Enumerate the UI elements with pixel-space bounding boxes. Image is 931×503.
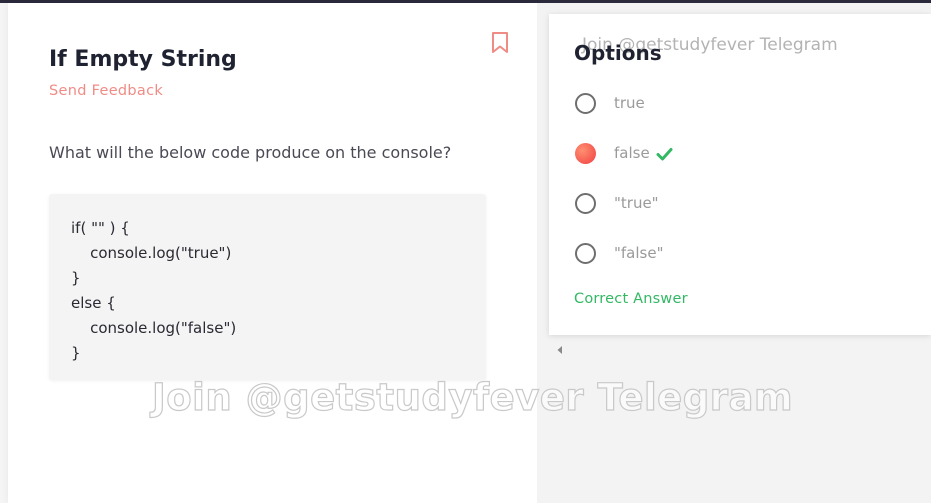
options-title: Options: [574, 41, 662, 65]
code-line: console.log("false"): [71, 319, 237, 337]
radio-button[interactable]: [575, 242, 596, 264]
code-line: console.log("true"): [71, 244, 232, 262]
options-card: Join @getstudyfever Telegram Options tru…: [549, 14, 931, 335]
question-prompt: What will the below code produce on the …: [49, 143, 452, 162]
watermark-overlay: Join @getstudyfever Telegram: [151, 375, 793, 419]
code-line: if( "" ) {: [71, 219, 130, 237]
option-string-false[interactable]: "false": [575, 241, 663, 265]
radio-button[interactable]: [575, 92, 596, 114]
option-label: false: [614, 144, 650, 162]
code-line: }: [71, 269, 81, 287]
option-true[interactable]: true: [575, 91, 645, 115]
question-panel: If Empty String Send Feedback What will …: [8, 3, 537, 503]
question-title: If Empty String: [49, 47, 237, 72]
correct-answer-label: Correct Answer: [574, 291, 688, 307]
option-label: "false": [614, 244, 664, 262]
radio-button[interactable]: [575, 192, 596, 214]
send-feedback-link[interactable]: Send Feedback: [49, 83, 163, 99]
radio-button-selected[interactable]: [575, 142, 596, 164]
checkmark-icon: [656, 146, 673, 161]
bookmark-icon[interactable]: [491, 31, 509, 55]
code-block: if( "" ) { console.log("true") } else { …: [49, 194, 486, 380]
option-label: true: [614, 94, 645, 112]
code-line: else {: [71, 294, 116, 312]
option-string-true[interactable]: "true": [575, 191, 659, 215]
option-false[interactable]: false: [575, 141, 673, 165]
option-label: "true": [614, 194, 659, 212]
scroll-left-arrow-icon[interactable]: [556, 340, 564, 354]
code-line: }: [71, 344, 81, 362]
